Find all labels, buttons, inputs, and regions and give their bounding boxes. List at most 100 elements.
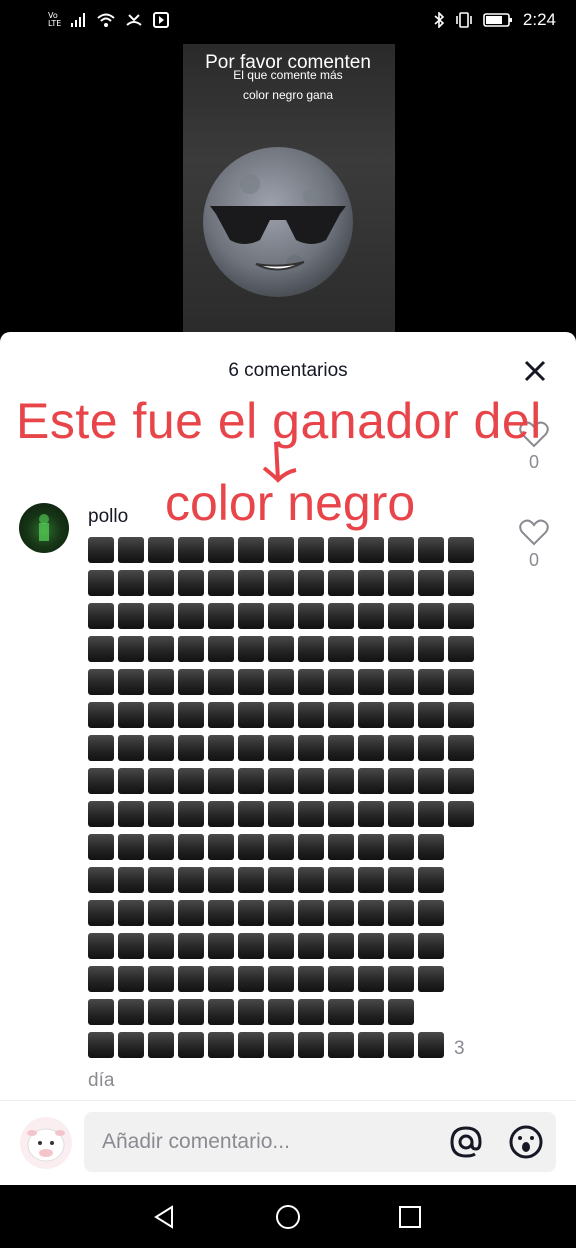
black-square-emoji: [388, 603, 414, 629]
black-square-emoji: [118, 570, 144, 596]
black-square-emoji: [148, 966, 174, 992]
black-square-emoji: [178, 801, 204, 827]
black-square-emoji: [388, 834, 414, 860]
black-square-emoji: [328, 999, 354, 1025]
black-square-emoji: [88, 801, 114, 827]
black-square-emoji: [148, 768, 174, 794]
home-icon[interactable]: [274, 1203, 302, 1231]
recents-icon[interactable]: [396, 1203, 424, 1231]
black-square-emoji: [178, 702, 204, 728]
black-square-emoji: [178, 537, 204, 563]
black-square-emoji: [88, 537, 114, 563]
black-square-emoji: [358, 603, 384, 629]
black-square-emoji: [268, 735, 294, 761]
bluetooth-icon: [434, 12, 445, 28]
black-square-emoji: [358, 933, 384, 959]
black-square-emoji: [388, 669, 414, 695]
black-square-emoji: [298, 735, 324, 761]
black-square-emoji: [358, 999, 384, 1025]
battery-icon: [483, 13, 512, 27]
status-right: 2:24: [433, 10, 556, 30]
black-square-emoji: [418, 669, 444, 695]
black-square-emoji: [88, 768, 114, 794]
emoji-row: [88, 1032, 488, 1061]
overlay-annotation-line2: color negro: [165, 475, 416, 531]
black-square-emoji: [358, 570, 384, 596]
black-square-emoji: [388, 966, 414, 992]
black-square-emoji: [148, 1032, 174, 1058]
black-square-emoji: [448, 603, 474, 629]
black-square-emoji: [238, 669, 264, 695]
black-square-emoji: [328, 867, 354, 893]
black-square-emoji: [268, 867, 294, 893]
emoji-icon[interactable]: [508, 1124, 544, 1160]
emoji-row: [88, 768, 488, 797]
black-square-emoji: [418, 702, 444, 728]
black-square-emoji: [238, 900, 264, 926]
black-square-emoji: [388, 900, 414, 926]
black-square-emoji: [178, 1032, 204, 1058]
emoji-row: [88, 537, 488, 566]
status-left: Vo LTE: [48, 12, 170, 28]
black-square-emoji: [448, 801, 474, 827]
heart-icon[interactable]: [519, 518, 549, 546]
black-square-emoji: [88, 669, 114, 695]
comment-input[interactable]: Añadir comentario...: [84, 1112, 556, 1172]
black-square-emoji: [358, 1032, 384, 1058]
black-square-emoji: [268, 834, 294, 860]
black-square-emoji: [298, 669, 324, 695]
black-square-emoji: [148, 999, 174, 1025]
black-square-emoji: [208, 768, 234, 794]
emoji-row: [88, 603, 488, 632]
black-square-emoji: [268, 999, 294, 1025]
wifi-icon: [97, 13, 115, 27]
black-square-emoji: [358, 735, 384, 761]
black-square-emoji: [358, 867, 384, 893]
black-square-emoji: [298, 900, 324, 926]
at-icon[interactable]: [448, 1124, 484, 1160]
comment-input-placeholder: Añadir comentario...: [102, 1130, 290, 1153]
black-square-emoji: [208, 1032, 234, 1058]
emoji-row: [88, 801, 488, 830]
comments-count-title: 6 comentarios: [228, 360, 348, 381]
black-square-emoji: [328, 966, 354, 992]
black-square-emoji: [118, 801, 144, 827]
black-square-emoji: [388, 1032, 414, 1058]
black-square-emoji: [448, 636, 474, 662]
emoji-row: [88, 636, 488, 665]
black-square-emoji: [418, 933, 444, 959]
black-square-emoji: [388, 867, 414, 893]
black-square-emoji: [418, 834, 444, 860]
black-square-emoji: [148, 603, 174, 629]
black-square-emoji: [118, 702, 144, 728]
black-square-emoji: [298, 537, 324, 563]
back-icon[interactable]: [150, 1203, 178, 1231]
black-square-emoji: [268, 603, 294, 629]
clock: 2:24: [522, 10, 556, 29]
black-square-emoji: [418, 801, 444, 827]
comment-text: [88, 537, 488, 1065]
comment-like[interactable]: 0: [514, 518, 554, 571]
black-square-emoji: [298, 999, 324, 1025]
black-square-emoji: [148, 735, 174, 761]
black-square-emoji: [148, 933, 174, 959]
my-avatar[interactable]: [20, 1117, 72, 1169]
black-square-emoji: [208, 636, 234, 662]
black-square-emoji: [178, 933, 204, 959]
black-square-emoji: [448, 570, 474, 596]
comment-username[interactable]: pollo: [88, 506, 128, 528]
black-square-emoji: [118, 735, 144, 761]
black-square-emoji: [328, 834, 354, 860]
commenter-avatar[interactable]: [19, 503, 69, 553]
black-square-emoji: [388, 537, 414, 563]
black-square-emoji: [238, 570, 264, 596]
black-square-emoji: [268, 966, 294, 992]
close-icon[interactable]: [522, 358, 548, 384]
video-background[interactable]: Por favor comenten El que comente más co…: [0, 44, 576, 334]
black-square-emoji: [328, 900, 354, 926]
comment-time: 3: [454, 1038, 465, 1059]
like-count: 0: [528, 452, 539, 472]
black-square-emoji: [148, 537, 174, 563]
like-count: 0: [528, 550, 539, 570]
black-square-emoji: [148, 669, 174, 695]
